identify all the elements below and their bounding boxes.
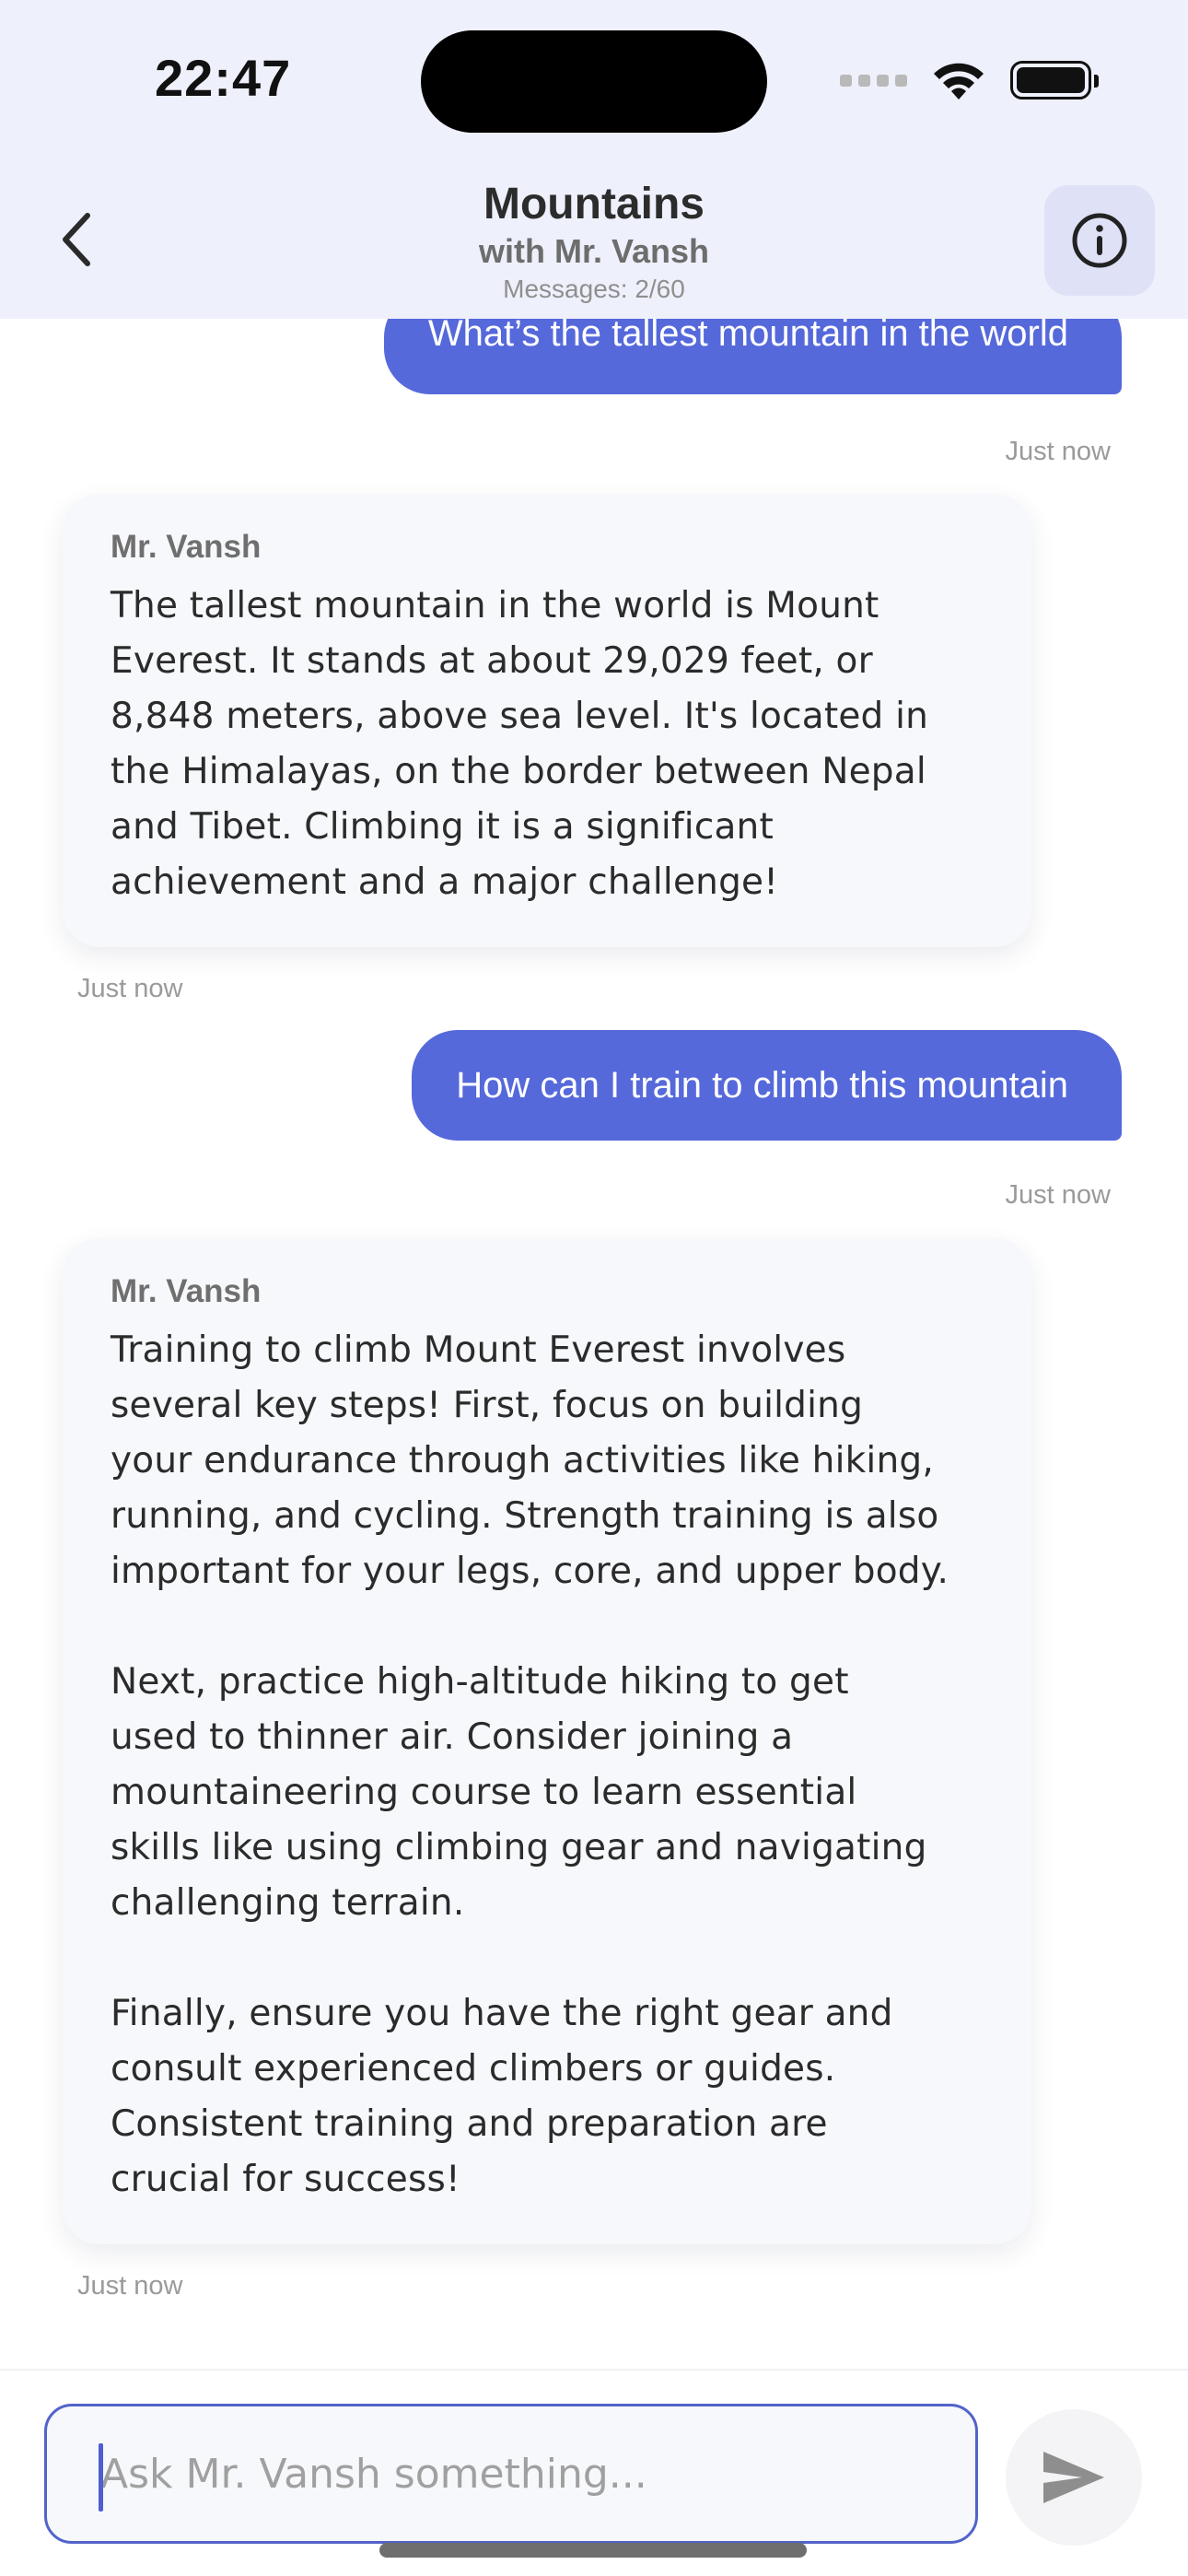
send-icon	[1043, 2452, 1104, 2503]
nav-header: 22:47 Mountains with Mr. Vansh Messages:…	[0, 0, 1188, 319]
sender-name: Mr. Vansh	[111, 529, 262, 565]
battery-icon	[1010, 61, 1099, 100]
message-timestamp: Just now	[77, 974, 183, 1003]
dynamic-island	[421, 30, 767, 133]
send-button[interactable]	[1006, 2409, 1142, 2546]
chat-title: Mountains	[483, 180, 705, 228]
user-message-text: What’s the tallest mountain in the world	[427, 319, 1068, 354]
wifi-icon	[934, 63, 984, 100]
info-icon	[1072, 213, 1127, 268]
user-message: What’s the tallest mountain in the world	[383, 319, 1122, 394]
message-input-container[interactable]	[44, 2404, 978, 2544]
assistant-message-text: The tallest mountain in the world is Mou…	[111, 585, 929, 903]
chat-title-block: Mountains with Mr. Vansh Messages: 2/60	[0, 177, 1188, 306]
assistant-message: Mr. Vansh The tallest mountain in the wo…	[63, 494, 1031, 947]
assistant-message: Mr. Vansh Training to climb Mount Everes…	[63, 1238, 1031, 2244]
cellular-signal-icon	[840, 74, 907, 87]
sender-name: Mr. Vansh	[111, 1273, 262, 1309]
message-list[interactable]: What’s the tallest mountain in the world…	[0, 319, 1188, 2369]
chat-subtitle: with Mr. Vansh	[478, 232, 710, 270]
home-indicator	[379, 2543, 807, 2558]
message-counter: Messages: 2/60	[503, 275, 685, 303]
assistant-message-text: Training to climb Mount Everest involves…	[111, 1329, 949, 2200]
text-caret	[99, 2443, 103, 2512]
info-button[interactable]	[1044, 185, 1155, 296]
message-timestamp: Just now	[77, 2271, 183, 2301]
user-message: How can I train to climb this mountain	[412, 1030, 1122, 1141]
message-timestamp: Just now	[1005, 1180, 1111, 1210]
status-icons	[840, 57, 1099, 103]
user-message-text: How can I train to climb this mountain	[456, 1065, 1068, 1106]
status-time: 22:47	[155, 49, 292, 107]
message-input[interactable]	[99, 2406, 975, 2541]
message-timestamp: Just now	[1005, 437, 1111, 466]
